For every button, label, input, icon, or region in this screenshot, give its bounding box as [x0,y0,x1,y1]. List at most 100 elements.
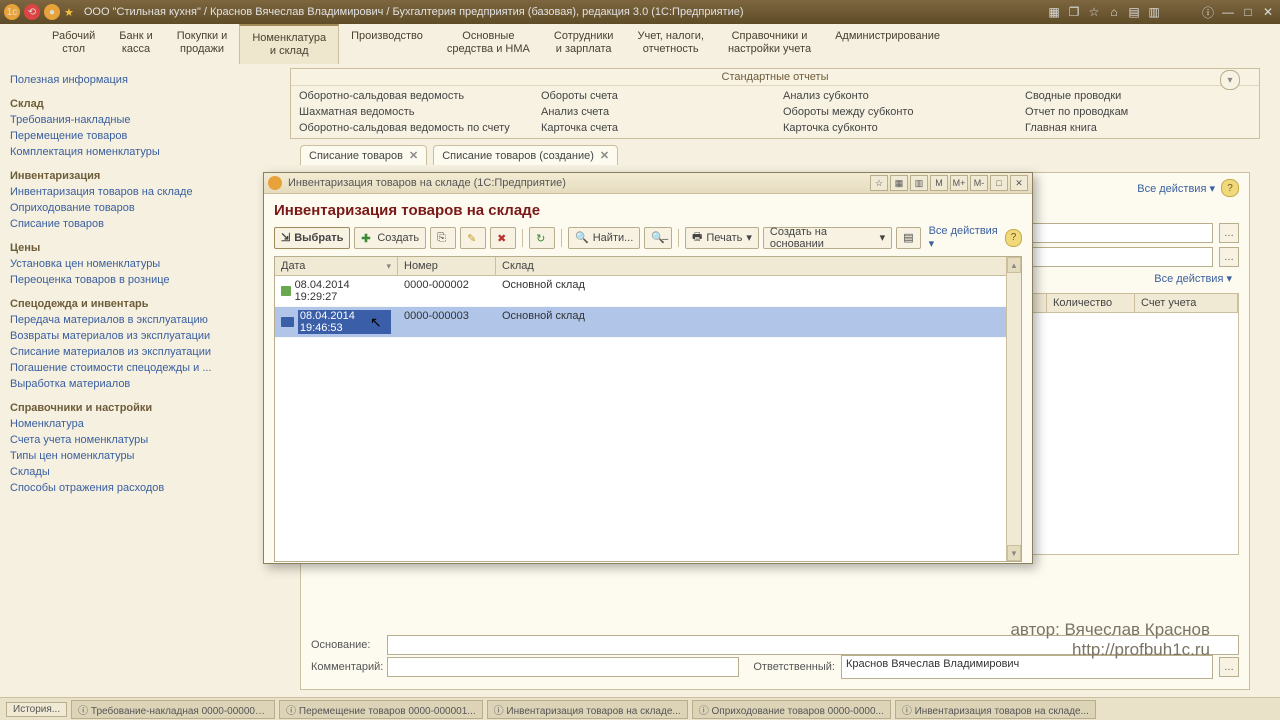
picker-2[interactable]: … [1219,247,1239,267]
report-link[interactable]: Оборотно-сальдовая ведомость по счету [299,120,525,136]
find-button[interactable]: 🔍 Найти... [568,227,640,249]
help-button[interactable]: ? [1221,179,1239,197]
edit-button[interactable]: ✎ [460,227,486,249]
sidebar-item[interactable]: Погашение стоимости спецодежды и ... [10,360,260,376]
col-date[interactable]: Дата▾ [275,257,398,275]
modal-btn-a[interactable]: ☆ [870,175,888,191]
report-link[interactable]: Анализ субконто [783,88,1009,104]
modal-btn-mminus[interactable]: M- [970,175,988,191]
col-num[interactable]: Номер [398,257,496,275]
copy-button[interactable]: ⎘ [430,227,456,249]
sidebar-top-link[interactable]: Полезная информация [10,72,260,88]
sidebar-item[interactable]: Переоценка товаров в рознице [10,272,260,288]
modal-btn-b[interactable]: ▦ [890,175,908,191]
taskbar-item[interactable]: ⓘ Перемещение товаров 0000-000001... [279,700,483,719]
scroll-down-icon[interactable]: ▼ [1007,545,1021,561]
report-link[interactable]: Обороты счета [541,88,767,104]
tab-close-icon[interactable]: ✕ [409,149,418,162]
sidebar-item[interactable]: Передача материалов в эксплуатацию [10,312,260,328]
tb-icon-5[interactable]: ▤ [1126,4,1142,20]
modal-btn-m[interactable]: M [930,175,948,191]
extra-button[interactable]: ▤ [896,227,920,249]
sidebar-item[interactable]: Склады [10,464,260,480]
report-link[interactable]: Шахматная ведомость [299,104,525,120]
tb-icon-6[interactable]: ▥ [1146,4,1162,20]
taskbar-item[interactable]: ⓘ Инвентаризация товаров на складе... [895,700,1096,719]
sidebar-item[interactable]: Установка цен номенклатуры [10,256,260,272]
col-qty[interactable]: Количество [1047,294,1135,312]
tb-icon-3[interactable]: ☆ [1086,4,1102,20]
tb-icon-2[interactable]: ❐ [1066,4,1082,20]
report-link[interactable]: Главная книга [1025,120,1251,136]
sidebar-item[interactable]: Инвентаризация товаров на складе [10,184,260,200]
sidebar-item[interactable]: Комплектация номенклатуры [10,144,260,160]
report-link[interactable]: Карточка субконто [783,120,1009,136]
sidebar-item[interactable]: Оприходование товаров [10,200,260,216]
report-link[interactable]: Анализ счета [541,104,767,120]
sidebar-item[interactable]: Требования-накладные [10,112,260,128]
tab-close-icon[interactable]: ✕ [600,149,609,162]
nav-back-icon[interactable]: ⟲ [24,4,40,20]
report-link[interactable]: Отчет по проводкам [1025,104,1251,120]
menu-item[interactable]: Справочники инастройки учета [716,24,823,64]
comment-input[interactable] [387,657,739,677]
menu-item[interactable]: Покупки ипродажи [165,24,240,64]
doc-tab[interactable]: Списание товаров (создание)✕ [433,145,618,165]
scroll-up-icon[interactable]: ▲ [1007,257,1021,273]
report-link[interactable]: Оборотно-сальдовая ведомость [299,88,525,104]
report-link[interactable]: Обороты между субконто [783,104,1009,120]
menu-item[interactable]: Номенклатураи склад [239,24,339,64]
picker-1[interactable]: … [1219,223,1239,243]
maximize-icon[interactable]: □ [1240,4,1256,20]
menu-item[interactable]: Банк икасса [107,24,164,64]
sidebar-item[interactable]: Способы отражения расходов [10,480,260,496]
doc-tab[interactable]: Списание товаров✕ [300,145,427,165]
taskbar-item[interactable]: ⓘ Требование-накладная 0000-000001... [71,700,275,719]
report-link[interactable]: Карточка счета [541,120,767,136]
modal-close-icon[interactable]: ✕ [1010,175,1028,191]
modal-btn-mplus[interactable]: M+ [950,175,968,191]
table-row[interactable]: 08.04.2014 19:46:530000-000003Основной с… [275,307,1021,338]
clear-find-button[interactable]: 🔍̶ [644,227,672,249]
grid-scrollbar[interactable]: ▲ ▼ [1006,257,1021,561]
resp-input[interactable]: Краснов Вячеслав Владимирович [841,655,1213,679]
taskbar-item[interactable]: ⓘ Инвентаризация товаров на складе... [487,700,688,719]
menu-item[interactable]: Основныесредства и НМА [435,24,542,64]
table-row[interactable]: 08.04.2014 19:29:270000-000002Основной с… [275,276,1021,307]
modal-maximize-icon[interactable]: □ [990,175,1008,191]
create-button[interactable]: ✚Создать [354,227,426,249]
sidebar-item[interactable]: Перемещение товаров [10,128,260,144]
col-account[interactable]: Счет учета [1135,294,1238,312]
sidebar-item[interactable]: Списание товаров [10,216,260,232]
report-link[interactable]: Сводные проводки [1025,88,1251,104]
resp-picker[interactable]: … [1219,657,1239,677]
sidebar-item[interactable]: Выработка материалов [10,376,260,392]
modal-all-actions[interactable]: Все действия ▾ [929,225,1002,250]
sidebar-item[interactable]: Счета учета номенклатуры [10,432,260,448]
minimize-icon[interactable]: — [1220,4,1236,20]
menu-item[interactable]: Сотрудникии зарплата [542,24,626,64]
menu-item[interactable]: Производство [339,24,435,64]
history-button[interactable]: История... [6,702,67,717]
close-icon[interactable]: ✕ [1260,4,1276,20]
all-actions-link-1[interactable]: Все действия ▾ [1137,182,1215,195]
sidebar-item[interactable]: Номенклатура [10,416,260,432]
tabs-dropdown-icon[interactable]: ▾ [1220,70,1240,90]
create-based-button[interactable]: Создать на основании ▾ [763,227,892,249]
tb-icon-4[interactable]: ⌂ [1106,4,1122,20]
tb-icon-1[interactable]: ▦ [1046,4,1062,20]
menu-item[interactable]: Администрирование [823,24,952,64]
print-button[interactable]: 🖶 Печать ▾ [685,227,759,249]
menu-item[interactable]: Рабочийстол [40,24,107,64]
osn-input[interactable] [387,635,1239,655]
sidebar-item[interactable]: Списание материалов из эксплуатации [10,344,260,360]
refresh-button[interactable]: ↻ [529,227,555,249]
help-icon[interactable]: ⓘ [1200,4,1216,20]
delete-button[interactable]: ✖ [490,227,516,249]
all-actions-link-2[interactable]: Все действия ▾ [1154,273,1232,285]
favorite-icon[interactable]: ★ [64,6,74,19]
taskbar-item[interactable]: ⓘ Оприходование товаров 0000-0000... [692,700,891,719]
sidebar-item[interactable]: Типы цен номенклатуры [10,448,260,464]
modal-btn-c[interactable]: ▥ [910,175,928,191]
modal-help-button[interactable]: ? [1005,229,1022,247]
